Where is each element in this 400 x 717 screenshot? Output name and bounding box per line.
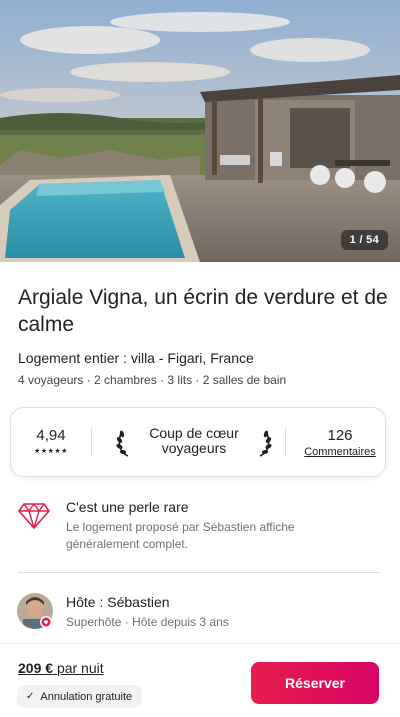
host-subtitle: Superhôte · Hôte depuis 3 ans	[66, 615, 229, 629]
price-link[interactable]: 209 € par nuit	[18, 660, 104, 676]
divider	[285, 428, 286, 456]
listing-details-text: 4 voyageurs · 2 chambres · 3 lits · 2 sa…	[18, 373, 287, 387]
reserve-button[interactable]: Réserver	[251, 662, 379, 704]
stats-card: 4,94 ★★★★★ Coup de cœur voyageurs 126 Co…	[10, 407, 386, 477]
host-avatar[interactable]	[17, 593, 53, 629]
gem-icon	[18, 503, 50, 529]
free-cancellation-badge: ✓ Annulation gratuite	[17, 685, 143, 708]
rating-value: 4,94	[36, 427, 66, 444]
host-title: Hôte : Sébastien	[66, 594, 170, 610]
listing-title: Argiale Vigna, un écrin de verdure et de…	[18, 286, 388, 336]
cancellation-label: Annulation gratuite	[40, 690, 133, 703]
laurel-right-icon	[259, 430, 272, 457]
section-divider	[18, 572, 380, 573]
divider	[91, 428, 92, 456]
villa-pool-photo	[0, 0, 400, 262]
guest-favorite-block: Coup de cœur voyageurs	[109, 408, 279, 476]
highlight-description: Le logement proposé par Sébastien affich…	[66, 520, 295, 551]
photo-counter: 1 / 54	[340, 230, 388, 250]
reviews-count: 126	[327, 427, 353, 444]
reviews-block[interactable]: 126 Commentaires	[293, 408, 387, 476]
checkmark-icon: ✓	[26, 691, 35, 702]
highlight-title: C'est une perle rare	[66, 499, 189, 515]
rating-block: 4,94 ★★★★★	[11, 408, 91, 476]
reviews-link[interactable]: Commentaires	[293, 446, 387, 458]
booking-footer: 209 € par nuit ✓ Annulation gratuite Rés…	[0, 643, 400, 717]
price-amount: 209 €	[18, 660, 54, 676]
rating-stars: ★★★★★	[34, 448, 68, 455]
listing-subtitle: Logement entier : villa - Figari, France	[18, 350, 254, 366]
price-suffix: par nuit	[56, 660, 104, 676]
guest-favorite-label: Coup de cœur voyageurs	[149, 425, 239, 456]
listing-photo[interactable]: 1 / 54	[0, 0, 400, 262]
